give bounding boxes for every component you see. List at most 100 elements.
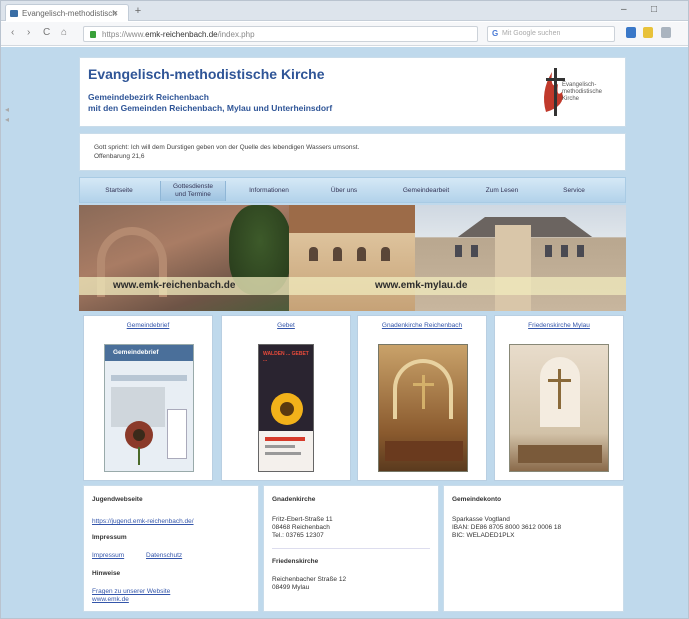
address-bar[interactable]: https://www.emk-reichenbach.de/index.php bbox=[83, 26, 478, 42]
church-pews bbox=[518, 445, 602, 463]
cross-bar bbox=[413, 383, 434, 386]
heading-hinweise: Hinweise bbox=[92, 570, 121, 577]
menu-item-service[interactable]: Service bbox=[542, 181, 606, 201]
church-window bbox=[381, 247, 390, 261]
link-datenschutz[interactable]: Datenschutz bbox=[146, 552, 182, 559]
thumbnail-header: Gemeindebrief bbox=[105, 345, 193, 361]
church-window bbox=[545, 245, 552, 257]
url-prefix: https://www. bbox=[102, 30, 146, 39]
card-friedenskirche: Friedenskirche Mylau bbox=[494, 315, 624, 481]
site-title: Evangelisch-methodistische Kirche bbox=[88, 66, 325, 82]
info-box-links: Jugendwebseite https://jugend.emk-reiche… bbox=[83, 485, 259, 612]
cross-bar bbox=[548, 379, 571, 382]
flyer-line bbox=[265, 445, 295, 448]
subtitle-line-1: Gemeindebezirk Reichenbach bbox=[88, 92, 209, 102]
divider bbox=[272, 548, 430, 549]
tab-title: Evangelisch-methodistisch bbox=[22, 9, 117, 18]
menu-item-startseite[interactable]: Startseite bbox=[84, 181, 154, 201]
church-pews bbox=[385, 441, 463, 461]
menu-item-zum-lesen[interactable]: Zum Lesen bbox=[472, 181, 532, 201]
logo-line-2: methodistische bbox=[562, 89, 603, 95]
link-emk-de[interactable]: www.emk.de bbox=[92, 596, 129, 603]
url-suffix: /index.php bbox=[217, 30, 255, 39]
flyer-heading: WALDEN ... GEBET ... bbox=[263, 351, 309, 363]
site-subtitle: Gemeindebezirk Reichenbach mit den Gemei… bbox=[88, 92, 332, 114]
toolbar-download-icon[interactable] bbox=[626, 27, 636, 38]
page-viewport: ◂ ◂ Evangelisch-methodistische Kirche Gem… bbox=[1, 47, 688, 618]
address-friedenskirche-city: 08499 Mylau bbox=[272, 584, 310, 591]
card-gebet: Gebet WALDEN ... GEBET ... bbox=[221, 315, 351, 481]
menu-item-gottesdienste-line-2: und Termine bbox=[175, 191, 211, 198]
church-window bbox=[561, 245, 568, 257]
thumbnail-sidebar bbox=[167, 409, 187, 459]
tab-bar: Evangelisch-methodistisch × + – □ bbox=[1, 1, 688, 21]
banner-photo-reichenbach bbox=[79, 205, 291, 311]
heading-jugendwebseite: Jugendwebseite bbox=[92, 496, 143, 503]
church-window bbox=[577, 245, 584, 257]
card-title-gemeindebrief[interactable]: Gemeindebrief bbox=[84, 322, 212, 329]
forward-button[interactable]: › bbox=[27, 27, 30, 38]
card-title-gnadenkirche[interactable]: Gnadenkirche Reichenbach bbox=[358, 322, 486, 329]
church-roof bbox=[289, 205, 415, 233]
banner-photo-mylau bbox=[415, 205, 626, 311]
logo-line-1: Evangelisch- bbox=[562, 82, 597, 88]
verse-reference: Offenbarung 21,6 bbox=[94, 153, 145, 160]
menu-item-gottesdienste-line-1: Gottesdienste bbox=[172, 183, 214, 190]
home-button[interactable]: ⌂ bbox=[61, 27, 67, 38]
link-jugendwebseite[interactable]: https://jugend.emk-reichenbach.de/ bbox=[92, 518, 194, 525]
verse-text: Gott spricht: Ich will dem Durstigen geb… bbox=[94, 144, 360, 151]
sunflower-icon bbox=[271, 393, 303, 425]
friedenskirche-photo[interactable] bbox=[509, 344, 609, 472]
address-gnadenkirche-street: Fritz-Ebert-Straße 11 bbox=[272, 516, 333, 523]
search-input[interactable]: G Mit Google suchen bbox=[487, 26, 615, 42]
side-arrow-icon: ◂ ◂ bbox=[5, 105, 10, 124]
banner-url-reichenbach[interactable]: www.emk-reichenbach.de bbox=[113, 280, 235, 291]
bible-verse-box: Gott spricht: Ich will dem Durstigen geb… bbox=[79, 133, 626, 171]
maximize-button[interactable]: □ bbox=[651, 4, 657, 15]
info-box-addresses: Gnadenkirche Fritz-Ebert-Straße 11 08468… bbox=[263, 485, 439, 612]
emk-logo[interactable]: Evangelisch- methodistische Kirche bbox=[536, 62, 620, 122]
lock-icon bbox=[90, 31, 96, 38]
heading-gemeindekonto: Gemeindekonto bbox=[452, 496, 502, 503]
address-gnadenkirche-phone: Tel.: 03765 12307 bbox=[272, 532, 324, 539]
link-impressum[interactable]: Impressum bbox=[92, 552, 124, 559]
flyer-footer bbox=[259, 431, 313, 471]
menu-item-ueber-uns[interactable]: Über uns bbox=[312, 181, 376, 201]
info-box-bank: Gemeindekonto Sparkasse Vogtland IBAN: D… bbox=[443, 485, 624, 612]
flyer-line bbox=[265, 452, 301, 455]
card-gemeindebrief: Gemeindebrief Gemeindebrief bbox=[83, 315, 213, 481]
toolbar-menu-icon[interactable] bbox=[661, 27, 671, 38]
link-fragen-website[interactable]: Fragen zu unserer Website bbox=[92, 588, 170, 595]
gebet-flyer-thumbnail[interactable]: WALDEN ... GEBET ... bbox=[258, 344, 314, 472]
church-window bbox=[471, 245, 478, 257]
navigation-bar: ‹ › C ⌂ https://www.emk-reichenbach.de/i… bbox=[1, 22, 688, 46]
gemeindebrief-thumbnail[interactable]: Gemeindebrief bbox=[104, 344, 194, 472]
feature-cards: Gemeindebrief Gemeindebrief Gebet WALDEN… bbox=[79, 315, 626, 481]
reload-button[interactable]: C bbox=[43, 27, 50, 38]
site-header: Evangelisch-methodistische Kirche Gemein… bbox=[79, 57, 626, 127]
address-friedenskirche-street: Reichenbacher Straße 12 bbox=[272, 576, 347, 583]
search-placeholder: Mit Google suchen bbox=[502, 30, 561, 37]
heading-friedenskirche: Friedenskirche bbox=[272, 558, 319, 565]
tab-close-icon[interactable]: × bbox=[113, 8, 118, 18]
banner-url-mylau[interactable]: www.emk-mylau.de bbox=[375, 280, 467, 291]
minimize-button[interactable]: – bbox=[621, 4, 627, 15]
menu-item-informationen[interactable]: Informationen bbox=[234, 181, 304, 201]
new-tab-button[interactable]: + bbox=[131, 5, 145, 18]
card-gnadenkirche: Gnadenkirche Reichenbach bbox=[357, 315, 487, 481]
footer-info: Jugendwebseite https://jugend.emk-reiche… bbox=[79, 485, 626, 612]
church-window bbox=[357, 247, 366, 261]
gnadenkirche-photo[interactable] bbox=[378, 344, 468, 472]
web-page: Evangelisch-methodistische Kirche Gemein… bbox=[79, 57, 626, 612]
main-menu: Startseite Gottesdienste und Termine Info… bbox=[79, 177, 626, 203]
banner-photo-church-side bbox=[289, 205, 415, 311]
card-title-gebet[interactable]: Gebet bbox=[222, 322, 350, 329]
card-title-friedenskirche[interactable]: Friedenskirche Mylau bbox=[495, 322, 623, 329]
browser-tab[interactable]: Evangelisch-methodistisch × bbox=[5, 4, 129, 21]
back-button[interactable]: ‹ bbox=[11, 27, 14, 38]
menu-item-gemeindearbeit[interactable]: Gemeindearbeit bbox=[384, 181, 468, 201]
heading-impressum: Impressum bbox=[92, 534, 127, 541]
menu-item-gottesdienste[interactable]: Gottesdienste und Termine bbox=[160, 181, 226, 201]
favicon-icon bbox=[10, 10, 18, 17]
toolbar-bookmark-icon[interactable] bbox=[643, 27, 653, 38]
